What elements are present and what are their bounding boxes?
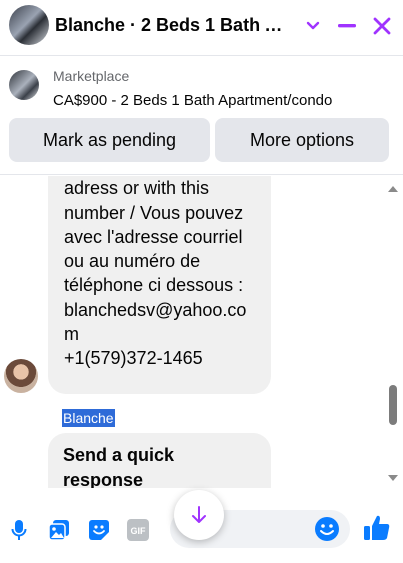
thumbs-up-icon[interactable]	[362, 513, 392, 543]
message-bubble[interactable]: anytime with this mail adress or with th…	[48, 176, 271, 394]
quick-response-bubble[interactable]: Send a quick response	[48, 433, 271, 488]
jump-to-latest-button[interactable]	[174, 490, 224, 540]
mark-as-pending-button[interactable]: Mark as pending	[9, 118, 210, 162]
scroll-up-arrow-icon[interactable]	[386, 183, 400, 193]
more-options-button[interactable]: More options	[215, 118, 389, 162]
marketplace-card: Marketplace CA$900 - 2 Beds 1 Bath Apart…	[0, 57, 403, 175]
listing-title[interactable]: CA$900 - 2 Beds 1 Bath Apartment/condo	[53, 92, 332, 109]
gif-label: GIF	[131, 526, 147, 536]
message-text: anytime with this mail adress or with th…	[64, 178, 247, 369]
sticker-icon[interactable]	[86, 517, 112, 543]
sender-name: Blanche	[62, 409, 115, 427]
listing-thumbnail[interactable]	[9, 70, 39, 100]
contact-avatar[interactable]	[9, 5, 49, 45]
arrow-down-icon	[192, 506, 206, 523]
chat-header: Blanche · 2 Beds 1 Bath Apartment/condo	[0, 0, 403, 56]
chat-title[interactable]: Blanche · 2 Beds 1 Bath Apartment/condo	[55, 15, 295, 36]
quick-response-text: Send a quick response	[63, 445, 175, 488]
photo-icon[interactable]	[46, 517, 72, 543]
gif-icon[interactable]: GIF	[125, 517, 151, 543]
scroll-down-arrow-icon[interactable]	[386, 474, 400, 484]
sender-avatar[interactable]	[4, 359, 38, 393]
emoji-icon[interactable]	[313, 515, 341, 543]
scrollbar-thumb[interactable]	[389, 385, 397, 425]
minimize-icon[interactable]	[333, 12, 361, 40]
microphone-icon[interactable]	[6, 517, 32, 543]
chevron-down-icon[interactable]	[299, 12, 327, 40]
close-icon[interactable]	[368, 12, 396, 40]
marketplace-label: Marketplace	[53, 68, 130, 84]
conversation-area[interactable]: anytime with this mail adress or with th…	[0, 176, 403, 488]
